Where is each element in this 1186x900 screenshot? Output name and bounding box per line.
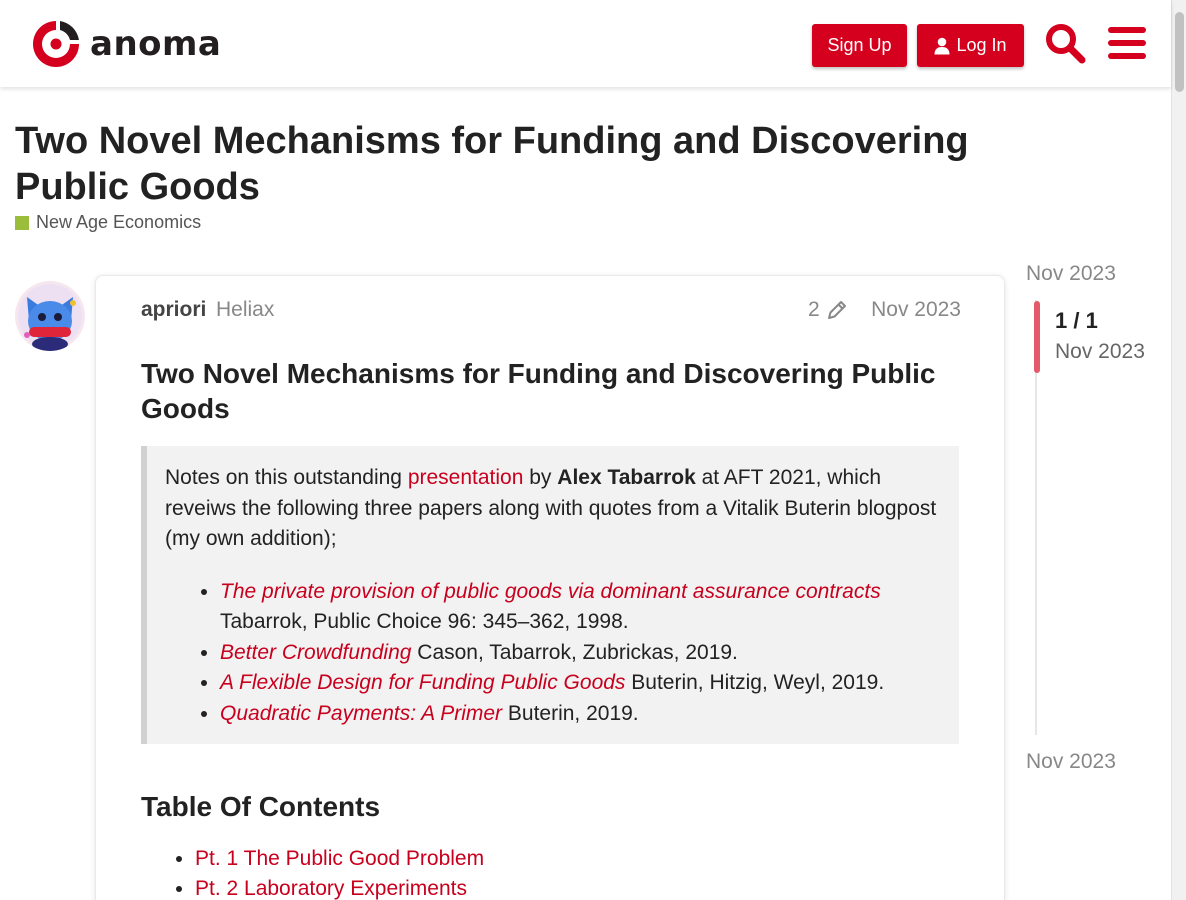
user-icon: [934, 37, 950, 54]
log-in-button[interactable]: Log In: [917, 24, 1024, 67]
paper-citation: Buterin, Hitzig, Weyl, 2019.: [625, 671, 885, 694]
toc-list: Pt. 1 The Public Good Problem Pt. 2 Labo…: [141, 844, 484, 900]
paper-link[interactable]: Quadratic Payments: A Primer: [220, 702, 502, 725]
timeline-position: 1 / 1: [1055, 308, 1098, 333]
intro-blockquote: Notes on this outstanding presentation b…: [141, 446, 959, 744]
edit-history-button[interactable]: 2: [808, 298, 848, 322]
list-item: Pt. 2 Laboratory Experiments: [195, 874, 484, 900]
timeline-handle[interactable]: [1034, 301, 1040, 373]
toc-link[interactable]: Pt. 2 Laboratory Experiments: [195, 877, 467, 900]
toc-link[interactable]: Pt. 1 The Public Good Problem: [195, 847, 484, 870]
post-heading: Two Novel Mechanisms for Funding and Dis…: [141, 358, 936, 424]
list-item: Better Crowdfunding Cason, Tabarrok, Zub…: [220, 638, 941, 669]
topic-timeline: Nov 2023 1 / 1 Nov 2023 Nov 2023: [1026, 255, 1176, 775]
presentation-link[interactable]: presentation: [408, 466, 524, 489]
paper-citation: Cason, Tabarrok, Zubrickas, 2019.: [411, 640, 738, 664]
paper-citation: Tabarrok, Public Choice 96: 345–362, 199…: [220, 610, 629, 633]
sign-up-button[interactable]: Sign Up: [812, 24, 907, 67]
list-item: A Flexible Design for Funding Public Goo…: [220, 668, 941, 699]
category-link[interactable]: New Age Economics: [15, 212, 201, 233]
post-meta: apriori Heliax 2 Nov 2023: [141, 298, 961, 328]
paper-link[interactable]: The private provision of public goods vi…: [220, 580, 881, 603]
search-icon[interactable]: [1044, 22, 1086, 64]
category-name: New Age Economics: [36, 212, 202, 232]
logo-text: anoma: [90, 24, 222, 64]
edit-count: 2: [808, 298, 820, 321]
topic-title[interactable]: Two Novel Mechanisms for Funding and Dis…: [15, 118, 1015, 210]
cat-avatar-icon: [15, 281, 85, 351]
list-item: The private provision of public goods vi…: [220, 577, 941, 638]
timeline-end-date[interactable]: Nov 2023: [1026, 750, 1116, 774]
site-logo[interactable]: anoma: [30, 18, 221, 70]
list-item: Quadratic Payments: A Primer Buterin, 20…: [220, 699, 941, 730]
site-header: anoma Sign Up Log In: [0, 0, 1171, 87]
post-user-title: Heliax: [216, 298, 275, 321]
post-username[interactable]: apriori: [141, 298, 206, 322]
hamburger-menu-icon[interactable]: [1106, 22, 1148, 64]
log-in-label: Log In: [956, 35, 1007, 55]
paper-link[interactable]: Better Crowdfunding: [220, 641, 411, 664]
list-item: Pt. 1 The Public Good Problem: [195, 844, 484, 874]
post-card: apriori Heliax 2 Nov 2023 Two Novel Mech…: [95, 275, 1005, 900]
anoma-logo-icon: [33, 21, 79, 67]
category-badge-icon: [15, 215, 29, 230]
avatar[interactable]: [15, 281, 85, 351]
papers-list: The private provision of public goods vi…: [165, 577, 941, 730]
paper-citation: Buterin, 2019.: [502, 701, 639, 725]
timeline-start-date[interactable]: Nov 2023: [1026, 262, 1116, 286]
post-date[interactable]: Nov 2023: [871, 298, 961, 322]
author-name: Alex Tabarrok: [557, 466, 696, 489]
timeline-current-date: Nov 2023: [1055, 340, 1145, 363]
intro-paragraph: Notes on this outstanding presentation b…: [165, 466, 937, 550]
toc-heading: Table Of Contents: [141, 791, 381, 822]
pencil-icon: [827, 301, 846, 319]
paper-link[interactable]: A Flexible Design for Funding Public Goo…: [220, 671, 625, 694]
scrollbar-thumb[interactable]: [1175, 12, 1184, 92]
